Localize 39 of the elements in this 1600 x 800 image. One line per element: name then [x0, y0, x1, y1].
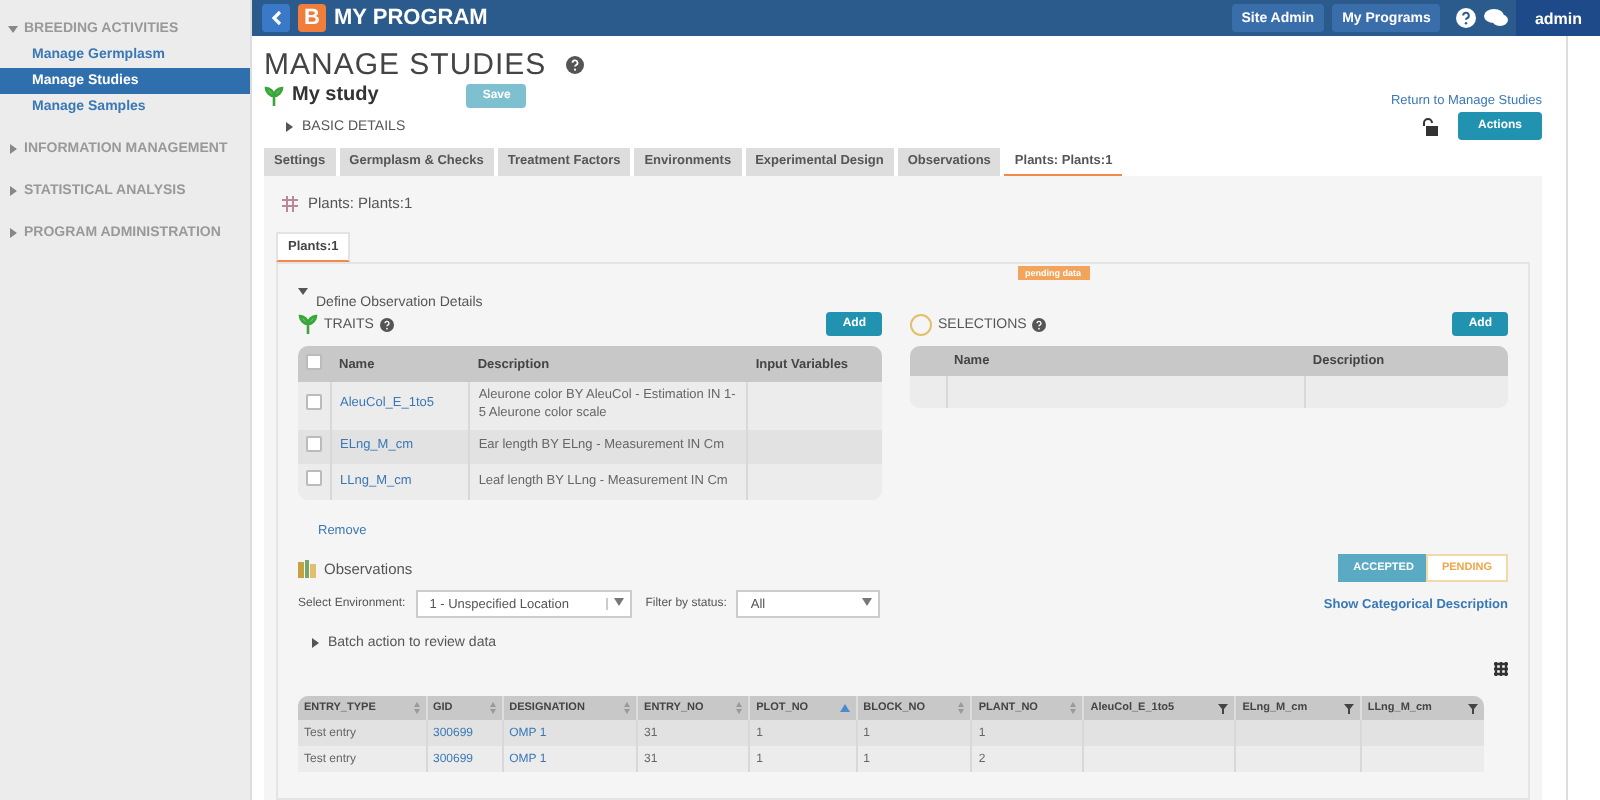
study-name: My study	[292, 84, 379, 106]
row-checkbox[interactable]	[306, 470, 322, 487]
sort-ascending-icon[interactable]	[839, 704, 850, 713]
sort-icon[interactable]	[958, 702, 965, 715]
filter-icon[interactable]	[1218, 704, 1229, 715]
book-icon	[298, 559, 316, 578]
sprout-icon	[298, 314, 318, 334]
sort-icon[interactable]	[413, 702, 419, 715]
help-icon[interactable]	[1032, 317, 1047, 331]
filter-icon[interactable]	[1467, 704, 1478, 715]
help-icon[interactable]	[1456, 8, 1477, 28]
sort-icon[interactable]	[736, 702, 743, 715]
columns-icon[interactable]	[1494, 662, 1508, 677]
row-checkbox[interactable]	[306, 393, 322, 410]
sort-icon[interactable]	[489, 702, 496, 715]
logo: B	[298, 4, 326, 32]
caret-down-icon	[613, 598, 624, 607]
program-title: MY PROGRAM	[334, 6, 490, 30]
row-checkbox[interactable]	[306, 435, 322, 452]
grid-icon	[282, 195, 298, 211]
sort-icon[interactable]	[1070, 702, 1077, 715]
help-icon[interactable]	[379, 317, 394, 331]
unlocked-lock-icon[interactable]	[1421, 117, 1438, 135]
caret-down-icon[interactable]	[298, 286, 308, 296]
sprout-icon	[264, 85, 284, 105]
circle-icon	[910, 313, 932, 335]
chevron-left-icon	[270, 10, 282, 26]
caret-right-icon[interactable]	[284, 121, 294, 131]
back-button[interactable]	[262, 4, 290, 32]
caret-down-icon	[862, 598, 873, 607]
caret-down-icon[interactable]	[8, 24, 18, 34]
caret-right-icon[interactable]	[310, 638, 320, 649]
chat-icon[interactable]	[1484, 8, 1509, 28]
select-all-checkbox[interactable]	[306, 354, 322, 370]
help-icon[interactable]	[566, 56, 585, 74]
page-title: MANAGE STUDIES	[264, 48, 547, 82]
sort-icon[interactable]	[624, 702, 631, 715]
user-menu[interactable]: admin	[1516, 0, 1600, 36]
filter-icon[interactable]	[1343, 704, 1354, 715]
